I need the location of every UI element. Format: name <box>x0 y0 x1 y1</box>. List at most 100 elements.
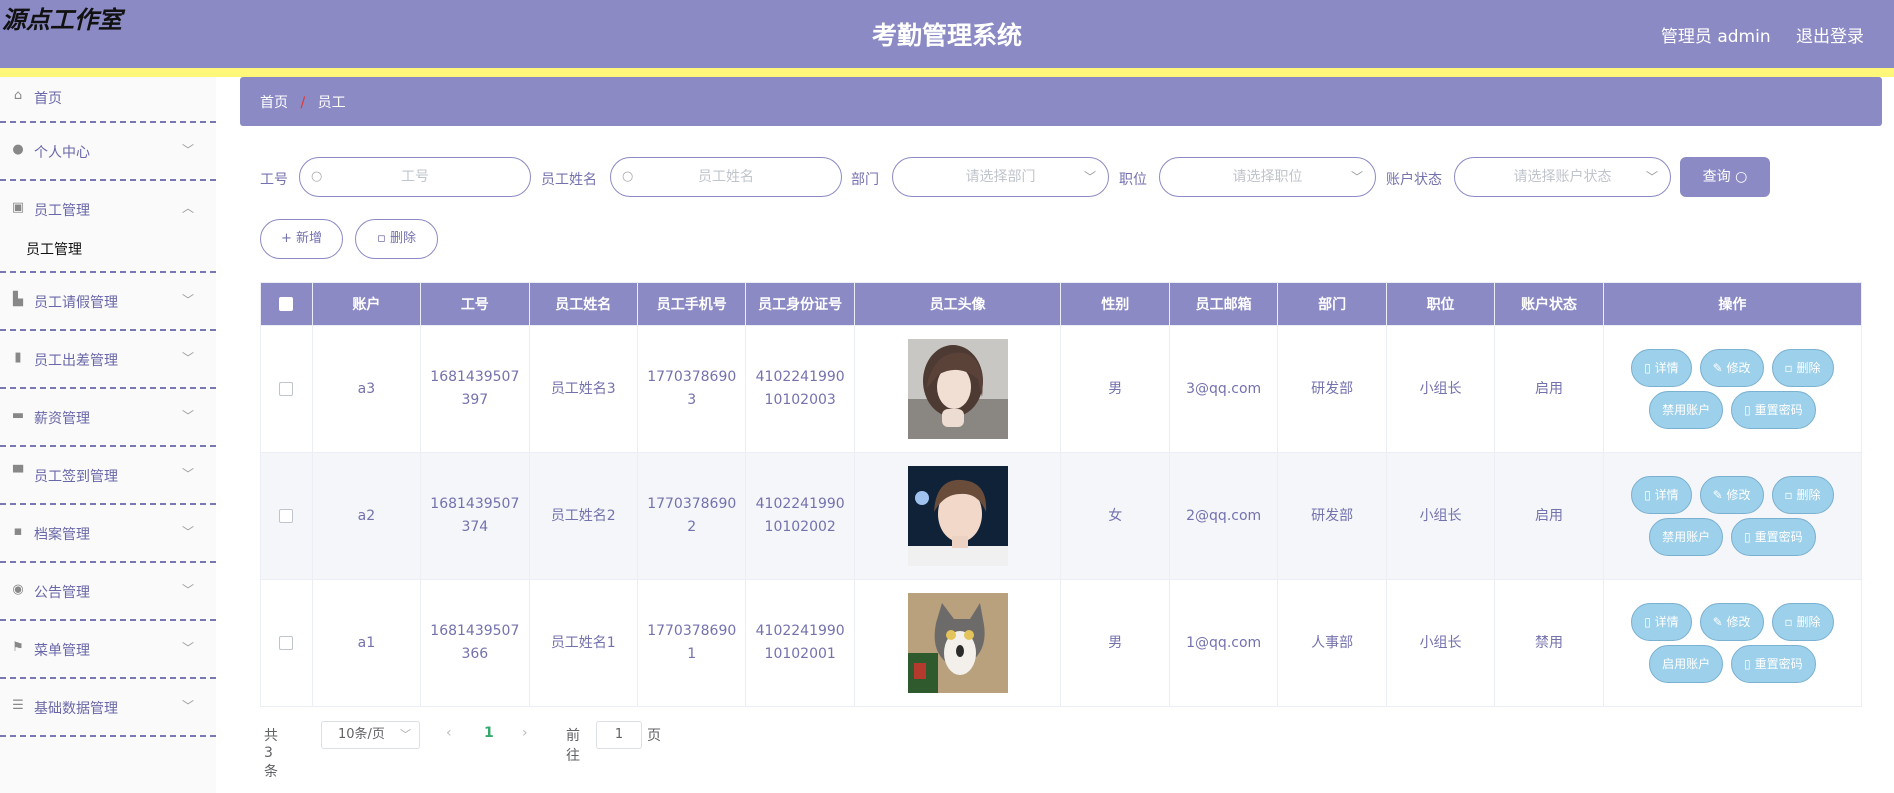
edit-label: 修改 <box>1726 615 1751 629</box>
chevron-down-icon: ﹀ <box>181 467 194 481</box>
sidebar-subitem-label: 员工管理 <box>26 242 82 258</box>
batch-delete-button[interactable]: ▫ 删除 <box>355 219 438 259</box>
avatar[interactable] <box>907 593 1008 693</box>
reset-password-button[interactable]: ▯ 重置密码 <box>1731 518 1816 556</box>
sidebar-item-trip[interactable]: ▮ 员工出差管理 ﹀ <box>0 331 216 389</box>
gonghao-placeholder: 工号 <box>401 169 429 185</box>
sidebar-item-employee[interactable]: ▣ 员工管理 ︿ <box>0 181 216 231</box>
gonghao-part: 1681439507 <box>430 496 520 512</box>
chevron-down-icon: ﹀ <box>181 409 194 423</box>
row-checkbox[interactable] <box>279 381 294 396</box>
reset-password-button[interactable]: ▯ 重置密码 <box>1731 645 1816 683</box>
row-checkbox[interactable] <box>279 635 294 650</box>
document-icon: ▯ <box>1744 403 1755 417</box>
dept-select[interactable]: 请选择部门 ﹀ <box>892 157 1109 197</box>
sidebar-item-menu[interactable]: ⚑ 菜单管理 ﹀ <box>0 621 216 679</box>
sidebar-subitem-employee-manage[interactable]: 员工管理 <box>0 231 216 273</box>
detail-button[interactable]: ▯ 详情 <box>1631 603 1692 641</box>
gonghao-search-input[interactable]: ○ 工号 <box>299 157 531 197</box>
column-header: 部门 <box>1277 282 1387 326</box>
column-header: 职位 <box>1385 282 1496 326</box>
header-user-area: 管理员 admin 退出登录 <box>1641 22 1864 47</box>
position-select[interactable]: 请选择职位 ﹀ <box>1159 157 1376 197</box>
add-button[interactable]: + 新增 <box>260 219 343 259</box>
detail-button[interactable]: ▯ 详情 <box>1631 349 1692 387</box>
document-icon: ▯ <box>1744 657 1755 671</box>
search-icon: ○ <box>311 169 323 184</box>
edit-button[interactable]: ✎ 修改 <box>1699 349 1764 387</box>
edit-label: 修改 <box>1726 488 1751 502</box>
breadcrumb-separator: / <box>300 95 306 111</box>
row-select-cell <box>260 325 313 453</box>
sidebar-item-salary[interactable]: ▬ 薪资管理 ﹀ <box>0 389 216 447</box>
sidebar-item-label: 个人中心 <box>34 145 90 161</box>
edit-label: 修改 <box>1726 361 1751 375</box>
name-search-input[interactable]: ○ 员工姓名 <box>610 157 842 197</box>
position-cell: 小组长 <box>1385 452 1496 580</box>
chevron-down-icon: ﹀ <box>1645 170 1658 184</box>
sidebar-item-profile[interactable]: ● 个人中心 ﹀ <box>0 123 216 181</box>
column-header: 操作 <box>1602 282 1863 326</box>
top-header: 源点工作室 考勤管理系统 管理员 admin 退出登录 <box>0 0 1894 77</box>
sidebar-item-signin[interactable]: ▀ 员工签到管理 ﹀ <box>0 447 216 505</box>
detail-label: 详情 <box>1654 615 1679 629</box>
sidebar-item-basedata[interactable]: ☰ 基础数据管理 ﹀ <box>0 679 216 737</box>
operations-cell: ▯ 详情 ✎ 修改 ▫ 删除 禁用账户 ▯ 重置密码 <box>1602 452 1863 580</box>
row-checkbox[interactable] <box>279 508 294 523</box>
table-row: a2 1681439507 374 员工姓名2 1770378690 2 41022… <box>260 452 1863 580</box>
delete-label: 删除 <box>1796 615 1821 629</box>
sidebar-item-home[interactable]: ⌂ 首页 <box>0 77 216 123</box>
chevron-down-icon: ﹀ <box>181 351 194 365</box>
idcard-part: 10102002 <box>764 519 836 535</box>
page-size-select[interactable]: 10条/页 ﹀ <box>321 721 420 749</box>
delete-button[interactable]: ▫ 删除 <box>1771 476 1834 514</box>
query-button[interactable]: 查询 ○ <box>1680 157 1770 197</box>
delete-button[interactable]: ▫ 删除 <box>1771 603 1834 641</box>
avatar[interactable] <box>907 339 1008 439</box>
sidebar-item-leave[interactable]: ▙ 员工请假管理 ﹀ <box>0 273 216 331</box>
toggle-account-button[interactable]: 启用账户 <box>1649 645 1724 683</box>
sidebar-item-notice[interactable]: ◉ 公告管理 ﹀ <box>0 563 216 621</box>
building-icon: ▮ <box>14 350 22 365</box>
idcard-cell: 4102241990 10102001 <box>745 579 855 707</box>
next-page-icon[interactable]: › <box>522 725 528 741</box>
search-filters: 工号 ○ 工号 员工姓名 ○ 员工姓名 部门 请选择部门 ﹀ 职位 请选择职位 … <box>260 157 1880 197</box>
sidebar-menu: ⌂ 首页 ● 个人中心 ﹀ ▣ 员工管理 ︿ 员工管理 ▙ 员工请假管理 ﹀ ▮… <box>0 77 216 793</box>
pencil-icon: ✎ <box>1712 361 1727 375</box>
idcard-cell: 4102241990 10102003 <box>745 325 855 453</box>
gonghao-cell: 1681439507 366 <box>420 579 530 707</box>
idcard-part: 4102241990 <box>755 369 845 385</box>
chevron-down-icon: ﹀ <box>181 293 194 307</box>
chevron-down-icon: ﹀ <box>181 525 194 539</box>
gonghao-cell: 1681439507 397 <box>420 325 530 453</box>
header-accent-bar <box>0 68 1894 77</box>
detail-button[interactable]: ▯ 详情 <box>1631 476 1692 514</box>
delete-button[interactable]: ▫ 删除 <box>1771 349 1834 387</box>
prev-page-icon[interactable]: ‹ <box>446 725 452 741</box>
trash-icon: ▫ <box>1784 488 1797 502</box>
admin-user-label[interactable]: 管理员 admin <box>1661 27 1771 47</box>
breadcrumb-home[interactable]: 首页 <box>260 95 288 111</box>
chevron-down-icon: ﹀ <box>181 583 194 597</box>
edit-button[interactable]: ✎ 修改 <box>1699 603 1764 641</box>
delete-label: 删除 <box>1796 361 1821 375</box>
status-filter-label: 账户状态 <box>1386 172 1442 188</box>
avatar[interactable] <box>907 466 1008 566</box>
select-all-checkbox[interactable] <box>279 297 294 311</box>
sidebar-item-archive[interactable]: ▪ 档案管理 ﹀ <box>0 505 216 563</box>
phone-part: 1770378690 <box>647 496 737 512</box>
logout-link[interactable]: 退出登录 <box>1796 27 1864 47</box>
current-page-number[interactable]: 1 <box>484 725 494 741</box>
goto-page-input[interactable]: 1 <box>596 721 642 749</box>
document-icon: ▯ <box>1744 530 1755 544</box>
column-header: 员工邮箱 <box>1168 282 1279 326</box>
status-cell: 禁用 <box>1494 579 1604 707</box>
chevron-down-icon: ﹀ <box>1350 170 1363 184</box>
toggle-account-button[interactable]: 禁用账户 <box>1649 391 1724 429</box>
page-size-value: 10条/页 <box>338 727 385 742</box>
chevron-down-icon: ﹀ <box>181 699 194 713</box>
toggle-account-button[interactable]: 禁用账户 <box>1649 518 1724 556</box>
edit-button[interactable]: ✎ 修改 <box>1699 476 1764 514</box>
reset-password-button[interactable]: ▯ 重置密码 <box>1731 391 1816 429</box>
status-select[interactable]: 请选择账户状态 ﹀ <box>1454 157 1671 197</box>
